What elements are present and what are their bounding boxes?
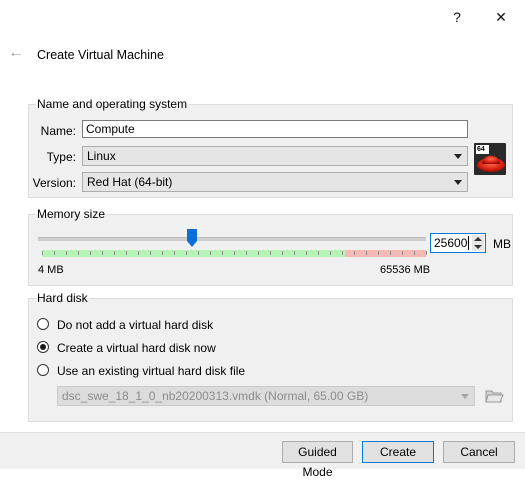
- memory-slider-groove[interactable]: [38, 237, 426, 241]
- slider-tick: [198, 251, 199, 255]
- spin-up-icon[interactable]: [474, 237, 482, 241]
- slider-tick: [234, 251, 235, 255]
- memory-min-label: 4 MB: [38, 264, 64, 276]
- version-label: Version:: [32, 176, 76, 190]
- existing-disk-value: dsc_swe_18_1_0_nb20200313.vmdk (Normal, …: [62, 389, 369, 403]
- close-icon[interactable]: ✕: [487, 6, 515, 28]
- slider-tick: [114, 251, 115, 255]
- name-os-group-title: Name and operating system: [37, 97, 188, 111]
- slider-tick: [402, 251, 403, 255]
- type-select[interactable]: Linux: [82, 146, 468, 166]
- slider-tick: [390, 251, 391, 255]
- memory-group-title: Memory size: [37, 207, 106, 221]
- slider-tick: [366, 251, 367, 255]
- memory-unit-label: MB: [493, 237, 511, 251]
- memory-max-label: 65536 MB: [380, 264, 431, 276]
- radio-existing-disk-label[interactable]: Use an existing virtual hard disk file: [57, 364, 245, 378]
- radio-create-disk[interactable]: [37, 341, 49, 353]
- type-label: Type:: [46, 150, 76, 164]
- spin-buttons[interactable]: [472, 235, 484, 251]
- radio-no-disk-label[interactable]: Do not add a virtual hard disk: [57, 318, 213, 332]
- redhat-64bit-icon: 64: [474, 143, 506, 175]
- version-select-value: Red Hat (64-bit): [87, 175, 173, 189]
- folder-open-icon[interactable]: [484, 386, 504, 406]
- existing-disk-select[interactable]: dsc_swe_18_1_0_nb20200313.vmdk (Normal, …: [57, 386, 475, 406]
- slider-tick: [222, 251, 223, 255]
- slider-tick: [282, 251, 283, 255]
- chevron-down-icon: [454, 154, 462, 159]
- name-input[interactable]: Compute: [82, 120, 468, 138]
- slider-tick: [90, 251, 91, 255]
- type-select-value: Linux: [87, 149, 116, 163]
- guided-mode-button[interactable]: Guided Mode: [282, 441, 353, 479]
- slider-tick: [138, 251, 139, 255]
- spin-down-icon[interactable]: [474, 245, 482, 249]
- slider-tick: [258, 251, 259, 255]
- cancel-button[interactable]: Cancel: [443, 441, 515, 463]
- back-arrow-icon: ←: [8, 44, 24, 61]
- memory-spinbox-value[interactable]: 25600: [434, 236, 467, 250]
- slider-tick: [246, 251, 247, 255]
- slider-tick: [294, 251, 295, 255]
- os-badge: 64: [477, 146, 485, 153]
- slider-tick: [42, 251, 43, 255]
- slider-tick: [174, 251, 175, 255]
- slider-tick: [102, 251, 103, 255]
- hard-disk-group-title: Hard disk: [37, 291, 88, 305]
- slider-tick: [414, 251, 415, 255]
- radio-create-disk-label[interactable]: Create a virtual hard disk now: [57, 341, 216, 355]
- slider-tick: [210, 251, 211, 255]
- memory-spinbox[interactable]: 25600: [430, 233, 486, 253]
- text-caret: [468, 236, 469, 250]
- radio-existing-disk[interactable]: [37, 364, 49, 376]
- name-label: Name:: [40, 124, 76, 138]
- chevron-down-icon: [461, 394, 469, 399]
- slider-tick: [186, 251, 187, 255]
- slider-tick: [78, 251, 79, 255]
- memory-slider-ticks: [42, 249, 427, 258]
- help-button[interactable]: ?: [443, 6, 471, 28]
- slider-tick: [150, 251, 151, 255]
- slider-tick: [330, 251, 331, 255]
- chevron-down-icon: [454, 180, 462, 185]
- wizard-title: Create Virtual Machine: [37, 48, 164, 62]
- slider-tick: [66, 251, 67, 255]
- slider-tick: [342, 251, 343, 255]
- version-select[interactable]: Red Hat (64-bit): [82, 172, 468, 192]
- slider-tick: [162, 251, 163, 255]
- slider-tick: [126, 251, 127, 255]
- slider-tick: [270, 251, 271, 255]
- slider-tick: [306, 251, 307, 255]
- slider-tick: [54, 251, 55, 255]
- create-button[interactable]: Create: [362, 441, 434, 463]
- slider-tick: [378, 251, 379, 255]
- slider-tick: [318, 251, 319, 255]
- slider-tick: [426, 251, 427, 255]
- slider-tick: [354, 251, 355, 255]
- radio-no-disk[interactable]: [37, 318, 49, 330]
- memory-slider-thumb[interactable]: [186, 229, 197, 247]
